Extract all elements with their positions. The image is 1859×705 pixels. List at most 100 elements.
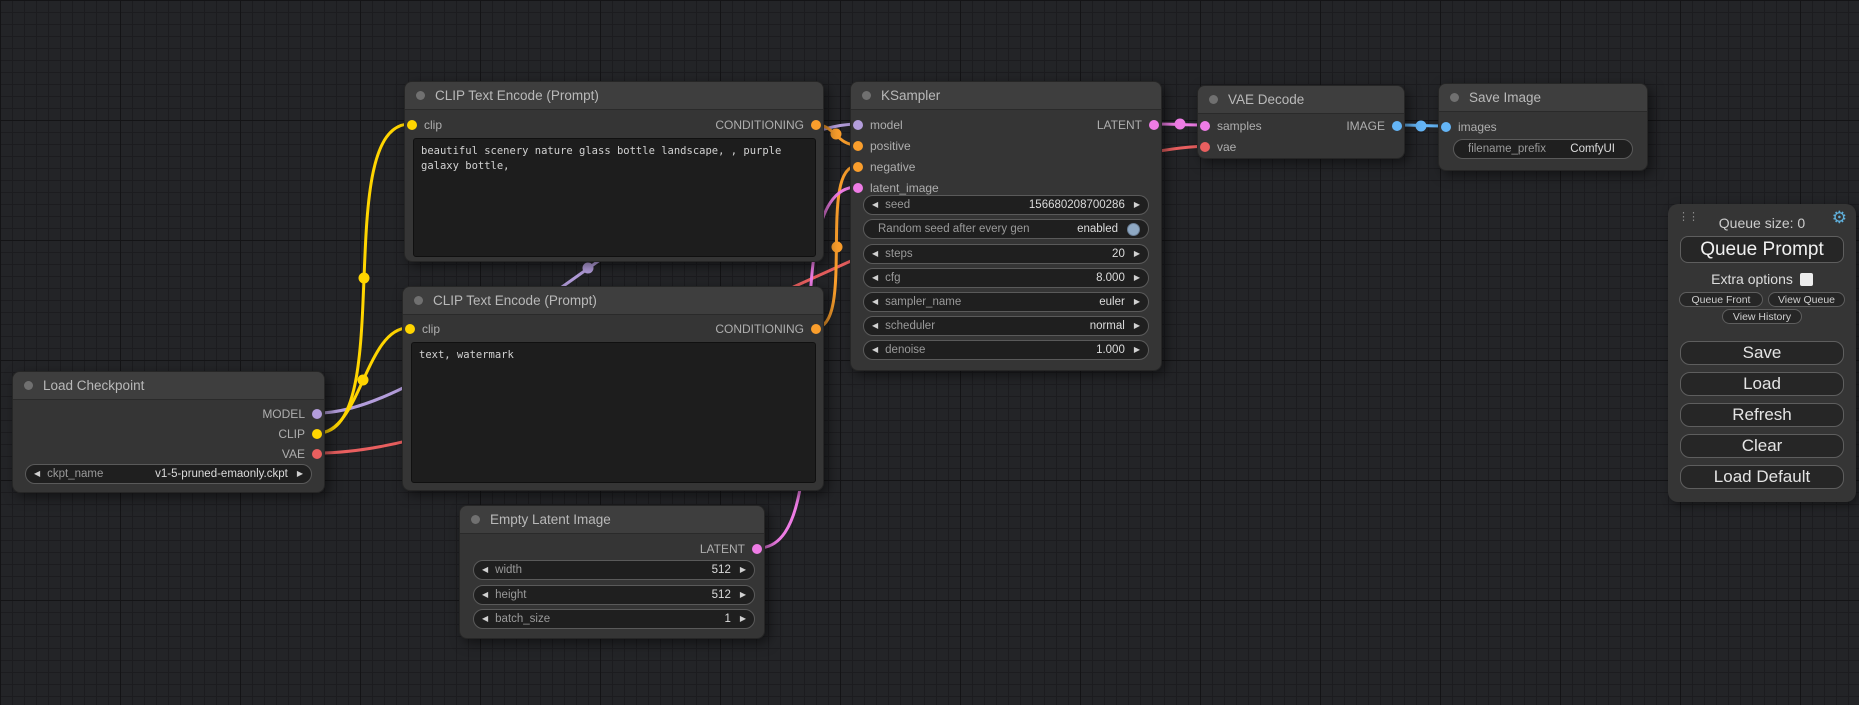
output-slot-model[interactable]: MODEL — [262, 406, 322, 422]
width-widget[interactable]: ◀ width 512 ▶ — [473, 560, 755, 580]
clip-input-dot[interactable] — [405, 324, 415, 334]
input-slot-images[interactable]: images — [1441, 119, 1497, 135]
clear-button[interactable]: Clear — [1680, 434, 1844, 458]
save-button[interactable]: Save — [1680, 341, 1844, 365]
input-slot-latent-image[interactable]: latent_image — [853, 180, 939, 196]
collapse-dot-icon[interactable] — [416, 91, 425, 100]
decrement-arrow-icon[interactable]: ◀ — [482, 615, 488, 623]
node-clip-text-encode-positive: CLIP Text Encode (Prompt) clip CONDITION… — [404, 81, 824, 262]
vae-input-dot[interactable] — [1200, 142, 1210, 152]
output-slot-latent[interactable]: LATENT — [700, 541, 762, 557]
input-slot-negative[interactable]: negative — [853, 159, 915, 175]
node-title-bar[interactable]: Empty Latent Image — [460, 506, 764, 534]
output-slot-clip[interactable]: CLIP — [278, 426, 322, 442]
input-slot-clip[interactable]: clip — [405, 321, 440, 337]
decrement-arrow-icon[interactable]: ◀ — [34, 470, 40, 478]
node-title-bar[interactable]: KSampler — [851, 82, 1161, 110]
view-history-button[interactable]: View History — [1722, 309, 1802, 324]
node-title-bar[interactable]: CLIP Text Encode (Prompt) — [405, 82, 823, 110]
decrement-arrow-icon[interactable]: ◀ — [872, 274, 878, 282]
queue-front-button[interactable]: Queue Front — [1679, 292, 1763, 307]
filename-prefix-widget[interactable]: filename_prefix ComfyUI — [1453, 139, 1633, 159]
ckpt-name-widget[interactable]: ◀ ckpt_name v1-5-pruned-emaonly.ckpt ▶ — [25, 464, 312, 484]
clip-input-dot[interactable] — [407, 120, 417, 130]
collapse-dot-icon[interactable] — [1209, 95, 1218, 104]
increment-arrow-icon[interactable]: ▶ — [1134, 298, 1140, 306]
toggle-enabled-dot[interactable] — [1127, 223, 1140, 236]
input-slot-samples[interactable]: samples — [1200, 118, 1262, 134]
load-button[interactable]: Load — [1680, 372, 1844, 396]
refresh-button[interactable]: Refresh — [1680, 403, 1844, 427]
increment-arrow-icon[interactable]: ▶ — [1134, 322, 1140, 330]
increment-arrow-icon[interactable]: ▶ — [740, 591, 746, 599]
output-slot-conditioning[interactable]: CONDITIONING — [715, 321, 821, 337]
output-slot-image[interactable]: IMAGE — [1346, 118, 1402, 134]
latent-output-dot[interactable] — [1149, 120, 1159, 130]
collapse-dot-icon[interactable] — [471, 515, 480, 524]
output-slot-vae[interactable]: VAE — [282, 446, 322, 462]
clip-output-dot[interactable] — [312, 429, 322, 439]
increment-arrow-icon[interactable]: ▶ — [297, 470, 303, 478]
increment-arrow-icon[interactable]: ▶ — [1134, 250, 1140, 258]
denoise-widget[interactable]: ◀ denoise 1.000 ▶ — [863, 340, 1149, 360]
conditioning-output-dot[interactable] — [811, 120, 821, 130]
extra-options-checkbox[interactable] — [1800, 273, 1813, 286]
collapse-dot-icon[interactable] — [414, 296, 423, 305]
node-title-bar[interactable]: Save Image — [1439, 84, 1647, 112]
node-title-bar[interactable]: Load Checkpoint — [13, 372, 324, 400]
increment-arrow-icon[interactable]: ▶ — [740, 566, 746, 574]
queue-panel: ⋮⋮ Queue size: 0 ⚙ Queue Prompt Extra op… — [1668, 204, 1856, 502]
increment-arrow-icon[interactable]: ▶ — [1134, 274, 1140, 282]
node-title-bar[interactable]: CLIP Text Encode (Prompt) — [403, 287, 823, 315]
node-title-bar[interactable]: VAE Decode — [1198, 86, 1404, 114]
input-label: clip — [424, 118, 442, 132]
positive-prompt-textarea[interactable]: beautiful scenery nature glass bottle la… — [413, 138, 816, 257]
collapse-dot-icon[interactable] — [862, 91, 871, 100]
model-output-dot[interactable] — [312, 409, 322, 419]
scheduler-widget[interactable]: ◀ scheduler normal ▶ — [863, 316, 1149, 336]
increment-arrow-icon[interactable]: ▶ — [1134, 201, 1140, 209]
decrement-arrow-icon[interactable]: ◀ — [872, 298, 878, 306]
output-slot-conditioning[interactable]: CONDITIONING — [715, 117, 821, 133]
images-input-dot[interactable] — [1441, 122, 1451, 132]
increment-arrow-icon[interactable]: ▶ — [740, 615, 746, 623]
node-vae-decode: VAE Decode samples vae IMAGE — [1197, 85, 1405, 159]
decrement-arrow-icon[interactable]: ◀ — [482, 566, 488, 574]
collapse-dot-icon[interactable] — [1450, 93, 1459, 102]
image-output-dot[interactable] — [1392, 121, 1402, 131]
wire-midpoint-dot — [359, 273, 370, 284]
input-slot-model[interactable]: model — [853, 117, 903, 133]
negative-prompt-textarea[interactable]: text, watermark — [411, 342, 816, 483]
vae-output-dot[interactable] — [312, 449, 322, 459]
output-slot-latent[interactable]: LATENT — [1097, 117, 1159, 133]
conditioning-output-dot[interactable] — [811, 324, 821, 334]
batch-size-widget[interactable]: ◀ batch_size 1 ▶ — [473, 609, 755, 629]
height-widget[interactable]: ◀ height 512 ▶ — [473, 585, 755, 605]
seed-widget[interactable]: ◀ seed 156680208700286 ▶ — [863, 195, 1149, 215]
decrement-arrow-icon[interactable]: ◀ — [872, 250, 878, 258]
model-input-dot[interactable] — [853, 120, 863, 130]
negative-input-dot[interactable] — [853, 162, 863, 172]
collapse-dot-icon[interactable] — [24, 381, 33, 390]
random-seed-toggle-widget[interactable]: Random seed after every gen enabled — [863, 219, 1149, 239]
decrement-arrow-icon[interactable]: ◀ — [872, 322, 878, 330]
sampler-name-widget[interactable]: ◀ sampler_name euler ▶ — [863, 292, 1149, 312]
positive-input-dot[interactable] — [853, 141, 863, 151]
load-default-button[interactable]: Load Default — [1680, 465, 1844, 489]
input-slot-positive[interactable]: positive — [853, 138, 911, 154]
decrement-arrow-icon[interactable]: ◀ — [482, 591, 488, 599]
decrement-arrow-icon[interactable]: ◀ — [872, 201, 878, 209]
samples-input-dot[interactable] — [1200, 121, 1210, 131]
input-slot-vae[interactable]: vae — [1200, 139, 1236, 155]
cfg-widget[interactable]: ◀ cfg 8.000 ▶ — [863, 268, 1149, 288]
decrement-arrow-icon[interactable]: ◀ — [872, 346, 878, 354]
latent-image-input-dot[interactable] — [853, 183, 863, 193]
increment-arrow-icon[interactable]: ▶ — [1134, 346, 1140, 354]
latent-output-dot[interactable] — [752, 544, 762, 554]
steps-widget[interactable]: ◀ steps 20 ▶ — [863, 244, 1149, 264]
comfyui-canvas[interactable]: { "app": "ComfyUI node graph", "colors":… — [0, 0, 1859, 705]
gear-icon[interactable]: ⚙ — [1832, 209, 1847, 226]
view-queue-button[interactable]: View Queue — [1768, 292, 1845, 307]
queue-prompt-button[interactable]: Queue Prompt — [1680, 236, 1844, 263]
input-slot-clip[interactable]: clip — [407, 117, 442, 133]
